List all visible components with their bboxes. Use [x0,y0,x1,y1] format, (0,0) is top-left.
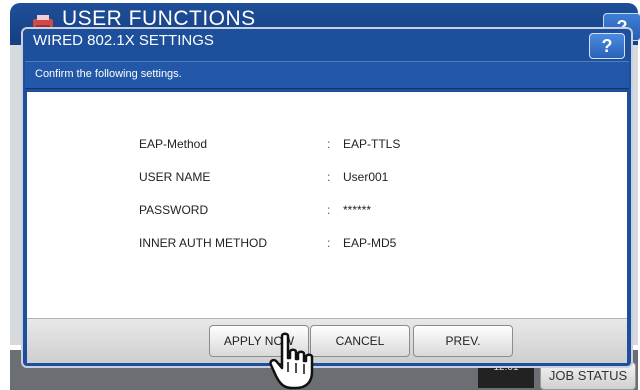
hand-pointer-icon [269,332,314,390]
setting-separator: : [327,137,331,151]
prev-button[interactable]: PREV. [413,325,513,357]
setting-label: USER NAME [139,170,211,184]
message-bar: Confirm the following settings. [25,61,629,89]
setting-row-password: PASSWORD : ****** [27,203,627,223]
setting-label: PASSWORD [139,203,209,217]
setting-value: ****** [343,203,372,217]
setting-value: EAP-MD5 [343,236,397,250]
screen: USER FUNCTIONS ? 12:01 JOB STATUS WIRED … [0,0,640,390]
setting-row-inner-auth-method: INNER AUTH METHOD : EAP-MD5 [27,236,627,256]
setting-row-user-name: USER NAME : User001 [27,170,627,190]
setting-row-eap-method: EAP-Method : EAP-TTLS [27,137,627,157]
settings-summary: EAP-Method : EAP-TTLS USER NAME : User00… [27,92,627,318]
setting-separator: : [327,236,331,250]
setting-separator: : [327,203,331,217]
dialog-title: WIRED 802.1X SETTINGS [33,32,214,49]
setting-separator: : [327,170,331,184]
setting-label: EAP-Method [139,137,208,151]
confirm-message: Confirm the following settings. [35,68,182,80]
setting-value: EAP-TTLS [343,137,401,151]
setting-label: INNER AUTH METHOD [139,236,268,250]
wired-8021x-dialog: WIRED 802.1X SETTINGS ? Confirm the foll… [21,27,633,368]
setting-value: User001 [343,170,389,184]
dialog-help-button[interactable]: ? [589,33,625,59]
